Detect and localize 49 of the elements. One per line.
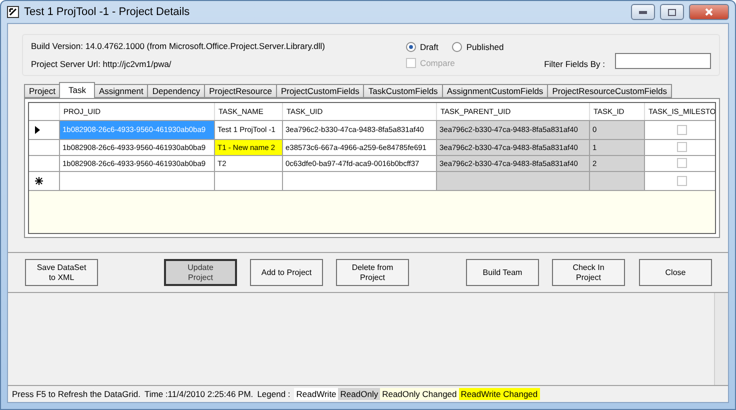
- action-button[interactable]: Check In Project: [552, 259, 625, 286]
- action-button[interactable]: Close: [639, 259, 712, 286]
- radio-label: Published: [466, 42, 504, 52]
- tab[interactable]: ProjectResource: [204, 84, 277, 98]
- new-row-icon: [35, 176, 43, 184]
- current-row-icon: [35, 126, 40, 134]
- legend-item: ReadWrite Changed: [458, 388, 540, 400]
- action-button[interactable]: Save DataSet to XML: [25, 259, 98, 286]
- minimize-button[interactable]: [631, 4, 655, 20]
- maximize-button[interactable]: [660, 4, 684, 20]
- milestone-checkbox[interactable]: [676, 158, 686, 168]
- minimize-icon: [639, 10, 647, 14]
- row-header[interactable]: [29, 120, 59, 139]
- action-button[interactable]: Add to Project: [250, 259, 323, 286]
- legend-item: ReadOnly Changed: [380, 388, 459, 400]
- app-icon: [7, 6, 19, 18]
- close-icon: [705, 8, 713, 16]
- milestone-checkbox[interactable]: [676, 142, 686, 152]
- tab[interactable]: AssignmentCustomFields: [442, 84, 548, 98]
- compare-label: Compare: [420, 58, 455, 68]
- milestone-checkbox[interactable]: [676, 176, 686, 186]
- action-button[interactable]: Delete from Project: [336, 259, 409, 286]
- row-header[interactable]: [29, 171, 59, 190]
- legend-item: ReadOnly: [338, 388, 380, 400]
- window-title: Test 1 ProjTool -1 - Project Details: [24, 6, 191, 18]
- close-window-button[interactable]: [689, 4, 729, 20]
- build-version-text: Build Version: 14.0.4762.1000 (from Microsoft.Office.Project.Server.Library.dll): [31, 41, 326, 51]
- legend-item: ReadWrite: [294, 388, 338, 400]
- tab[interactable]: TaskCustomFields: [363, 84, 443, 98]
- status-message: Press F5 to Refresh the DataGrid.: [12, 389, 140, 399]
- radio-button[interactable]: [452, 42, 462, 52]
- maximize-icon: [668, 8, 676, 16]
- server-url-text: Project Server Url: http://jc2vm1/pwa/: [31, 59, 172, 69]
- tab[interactable]: Dependency: [147, 84, 206, 98]
- legend-label: Legend :: [257, 389, 290, 399]
- action-button[interactable]: Update Project: [164, 259, 237, 286]
- action-button[interactable]: Build Team: [466, 259, 539, 286]
- filter-field[interactable]: [615, 53, 711, 69]
- milestone-checkbox[interactable]: [676, 124, 686, 134]
- tab[interactable]: ProjectResourceCustomFields: [547, 84, 672, 98]
- status-time: Time :11/4/2010 2:25:46 PM.: [144, 389, 254, 399]
- tab[interactable]: Project: [24, 84, 60, 98]
- tab[interactable]: Task: [59, 82, 95, 98]
- tab[interactable]: ProjectCustomFields: [276, 84, 364, 98]
- tab[interactable]: Assignment: [94, 84, 148, 98]
- filter-label: Filter Fields By :: [544, 59, 605, 69]
- scrollbar[interactable]: [714, 293, 728, 385]
- radio-label: Draft: [420, 42, 438, 52]
- radio-button[interactable]: [406, 42, 416, 52]
